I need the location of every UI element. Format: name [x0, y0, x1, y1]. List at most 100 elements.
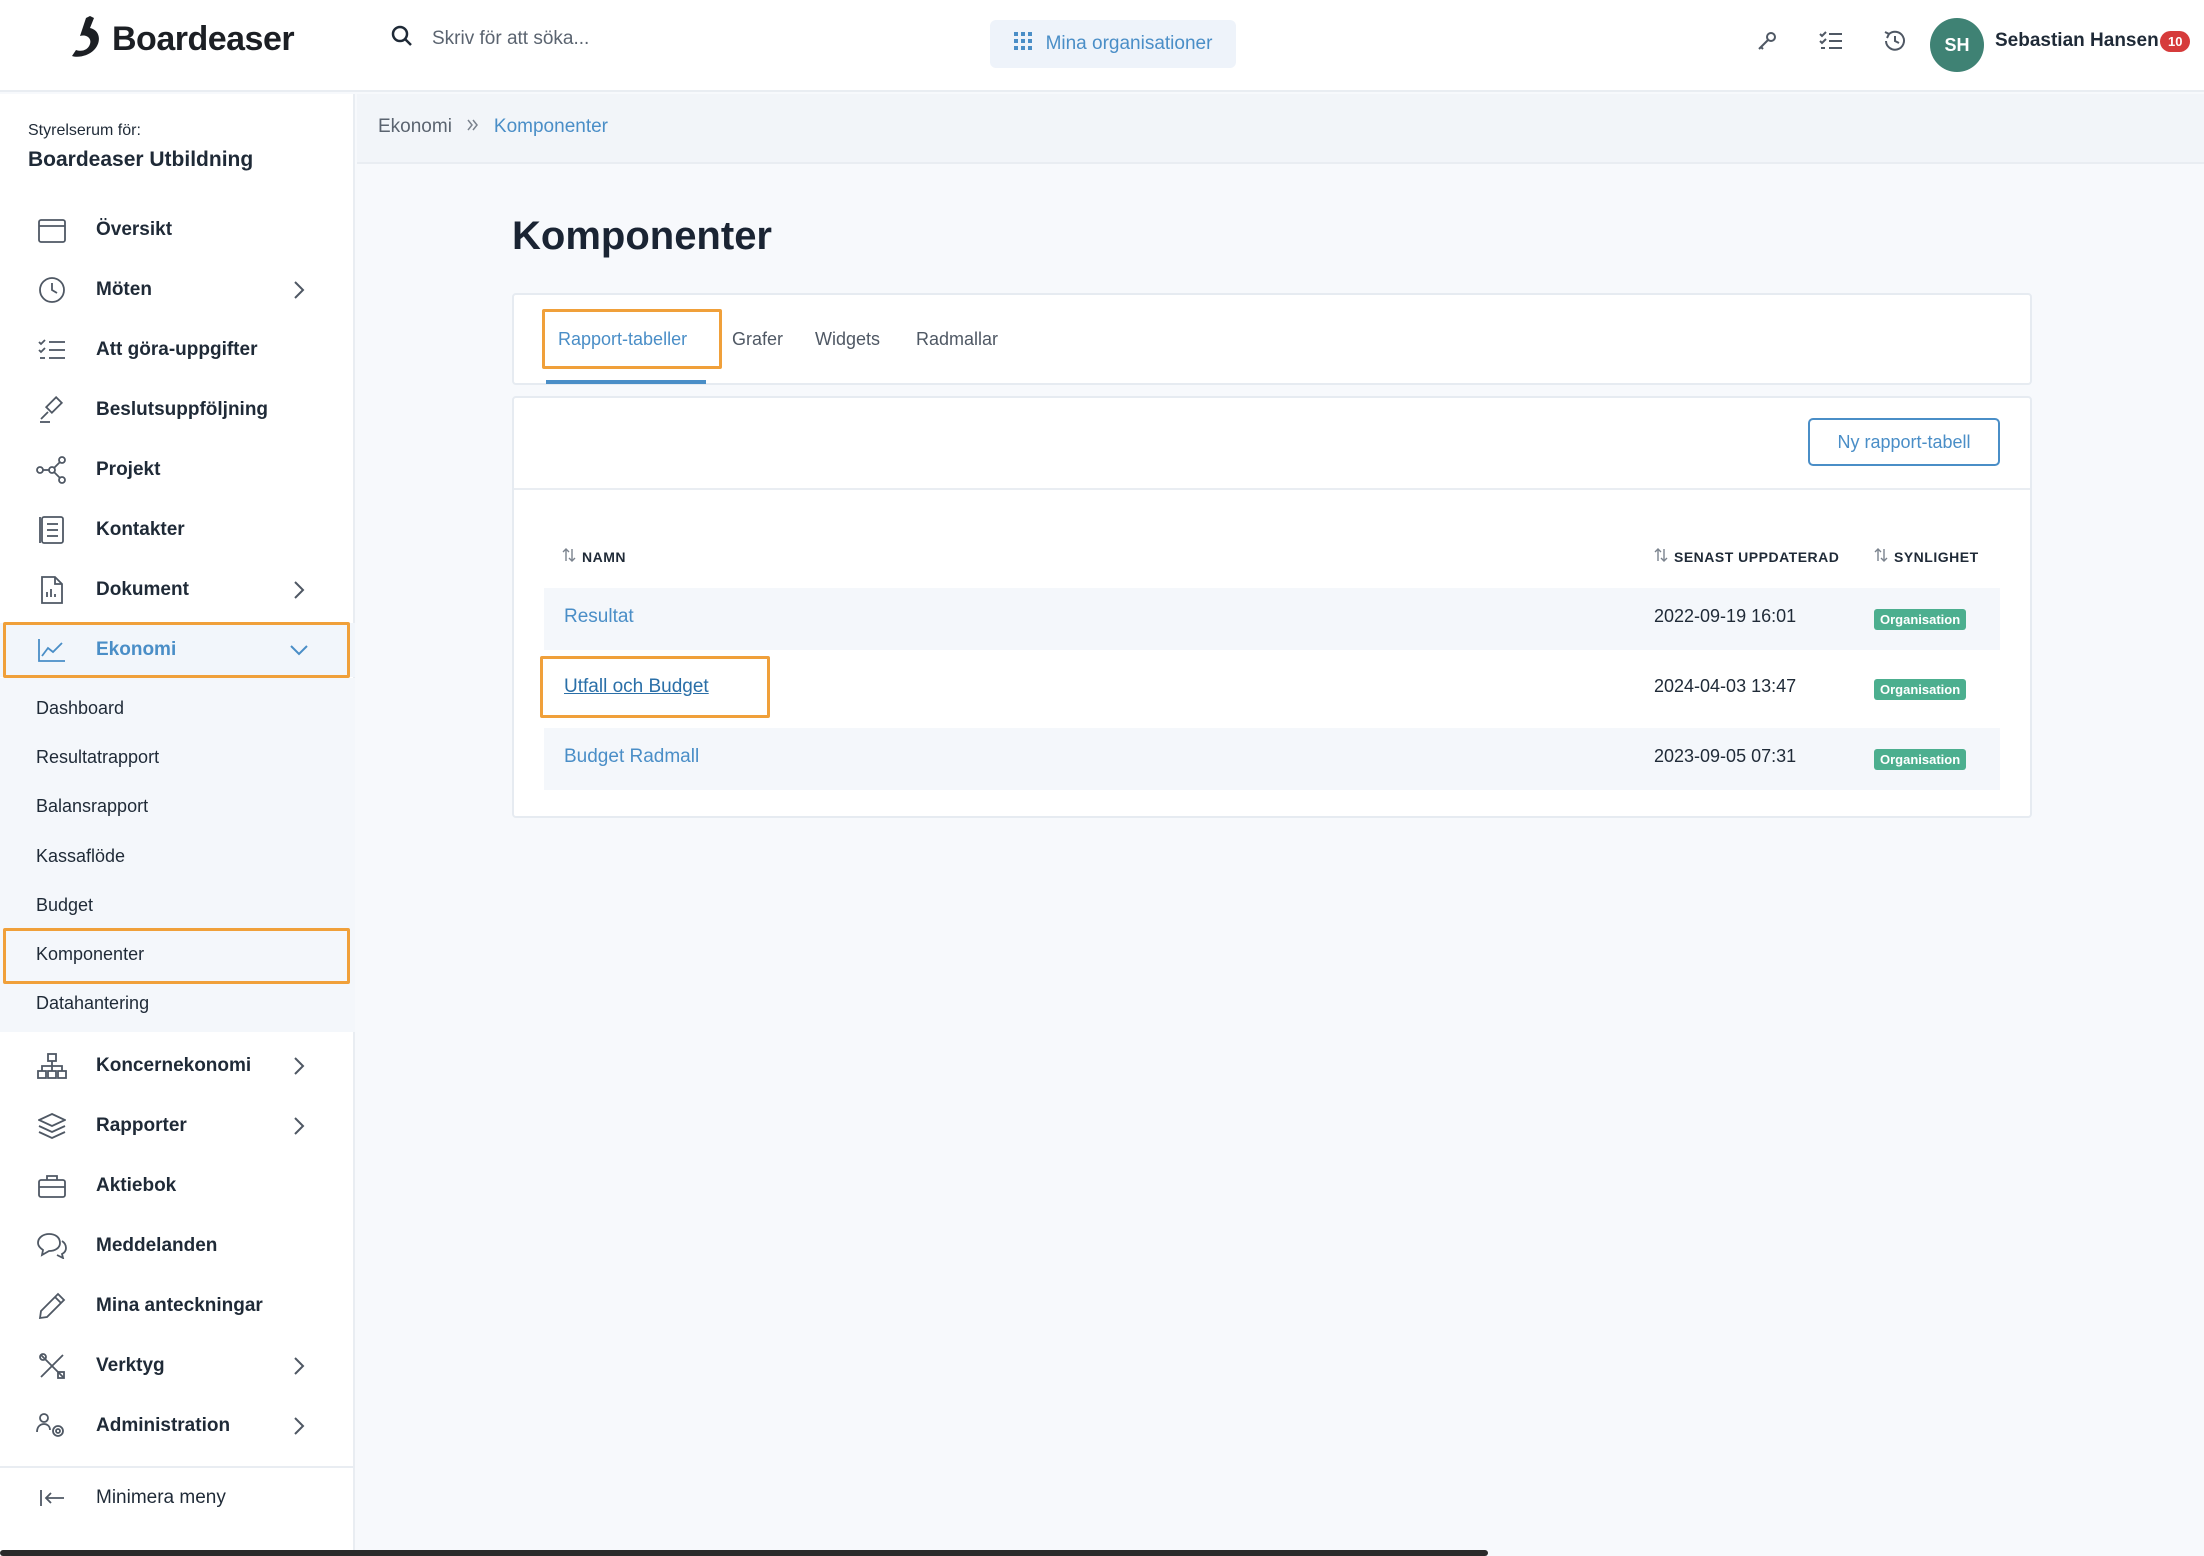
- column-header-label: SYNLIGHET: [1894, 548, 1979, 565]
- search-icon: [390, 24, 414, 53]
- breadcrumb: Ekonomi Komponenter: [378, 116, 608, 138]
- sidebar-item-meddelanden[interactable]: Meddelanden: [0, 1219, 355, 1273]
- avatar[interactable]: SH: [1930, 18, 1984, 72]
- submenu-resultatrapport[interactable]: Resultatrapport: [36, 747, 159, 768]
- sidebar-item-label: Dokument: [96, 579, 189, 600]
- minimize-menu-button[interactable]: Minimera meny: [0, 1471, 355, 1525]
- grid-icon: [1013, 32, 1032, 56]
- ekonomi-submenu: Dashboard Resultatrapport Balansrapport …: [0, 678, 355, 1032]
- sidebar-item-todo[interactable]: Att göra-uppgifter: [0, 323, 355, 377]
- user-name[interactable]: Sebastian Hansen: [1995, 30, 2159, 52]
- sidebar-item-label: Aktiebok: [96, 1175, 177, 1196]
- submenu-dashboard[interactable]: Dashboard: [36, 698, 124, 719]
- sidebar-item-dokument[interactable]: Dokument: [0, 563, 355, 617]
- history-icon[interactable]: [1880, 26, 1910, 56]
- sidebar-item-projekt[interactable]: Projekt: [0, 443, 355, 497]
- components-card: Ny rapport-tabell NAMN SENAST UPPDATERAD…: [512, 396, 2032, 818]
- double-chevron-icon: [466, 116, 480, 138]
- sidebar-item-label: Kontakter: [96, 519, 185, 540]
- minimize-menu-label: Minimera meny: [96, 1487, 226, 1508]
- search-bar[interactable]: [390, 24, 852, 53]
- row-name-link[interactable]: Budget Radmall: [564, 746, 699, 768]
- sidebar-item-verktyg[interactable]: Verktyg: [0, 1339, 355, 1393]
- column-header-updated[interactable]: SENAST UPPDATERAD: [1654, 548, 1839, 565]
- sidebar-item-oversikt[interactable]: Översikt: [0, 203, 355, 257]
- new-report-table-button[interactable]: Ny rapport-tabell: [1808, 418, 2000, 466]
- sort-icon: [1654, 548, 1668, 565]
- table-row[interactable]: Resultat 2022-09-19 16:01 Organisation: [544, 588, 2000, 650]
- sidebar-item-label: Administration: [96, 1415, 231, 1436]
- pencil-icon: [36, 1290, 68, 1322]
- visibility-badge: Organisation: [1874, 749, 1967, 770]
- document-icon: [36, 574, 68, 606]
- column-header-name[interactable]: NAMN: [562, 548, 626, 565]
- sidebar-item-label: Möten: [96, 279, 152, 300]
- row-name-link[interactable]: Resultat: [564, 606, 634, 628]
- submenu-datahantering[interactable]: Datahantering: [36, 993, 149, 1014]
- sidebar-item-label: Ekonomi: [96, 639, 177, 660]
- column-header-visibility[interactable]: SYNLIGHET: [1874, 548, 1979, 565]
- key-icon[interactable]: [1752, 26, 1782, 56]
- visibility-badge: Organisation: [1874, 679, 1967, 700]
- notification-badge[interactable]: 10: [2160, 31, 2191, 52]
- sidebar-item-beslut[interactable]: Beslutsuppföljning: [0, 383, 355, 437]
- sort-icon: [1874, 548, 1888, 565]
- gavel-icon: [36, 394, 68, 426]
- sidebar-item-label: Projekt: [96, 459, 161, 480]
- breadcrumb-current: Komponenter: [493, 116, 608, 137]
- sidebar-item-label: Översikt: [96, 219, 173, 240]
- top-bar: Boardeaser Mina organisationer SH Sebast…: [0, 0, 2204, 92]
- collapse-left-icon: [36, 1482, 68, 1514]
- row-name-link[interactable]: Utfall och Budget: [564, 676, 709, 698]
- tab-radmallar[interactable]: Radmallar: [916, 329, 998, 350]
- bottom-scrollbar[interactable]: [0, 1550, 1488, 1556]
- network-icon: [36, 454, 68, 486]
- sidebar-item-kontakter[interactable]: Kontakter: [0, 503, 355, 557]
- sidebar-item-ekonomi[interactable]: Ekonomi: [0, 623, 355, 677]
- submenu-kassaflode[interactable]: Kassaflöde: [36, 846, 125, 867]
- chevron-right-icon: [288, 279, 310, 301]
- table-row[interactable]: Utfall och Budget 2024-04-03 13:47 Organ…: [540, 656, 2000, 720]
- header-actions: [1752, 26, 1910, 56]
- sidebar-item-label: Rapporter: [96, 1115, 187, 1136]
- logo-icon: [70, 14, 104, 65]
- sidebar-item-anteckningar[interactable]: Mina anteckningar: [0, 1279, 355, 1333]
- card-divider: [514, 488, 2030, 490]
- chevron-right-icon: [288, 1055, 310, 1077]
- sidebar-item-moten[interactable]: Möten: [0, 263, 355, 317]
- chevron-down-icon: [288, 639, 310, 661]
- sidebar-item-administration[interactable]: Administration: [0, 1399, 355, 1453]
- chart-line-icon: [36, 634, 68, 666]
- submenu-balansrapport[interactable]: Balansrapport: [36, 796, 148, 817]
- sidebar-divider: [0, 1466, 355, 1468]
- brand-logo[interactable]: Boardeaser: [70, 14, 295, 65]
- hierarchy-icon: [36, 1050, 68, 1082]
- breadcrumb-parent[interactable]: Ekonomi: [378, 116, 452, 138]
- row-updated: 2022-09-19 16:01: [1654, 606, 1797, 626]
- sidebar-item-aktiebok[interactable]: Aktiebok: [0, 1159, 355, 1213]
- chevron-right-icon: [288, 1115, 310, 1137]
- submenu-komponenter[interactable]: Komponenter: [36, 944, 144, 965]
- row-updated: 2024-04-03 13:47: [1654, 676, 1797, 696]
- calendar-icon: [36, 214, 68, 246]
- org-name: Boardeaser Utbildning: [28, 148, 254, 171]
- briefcase-icon: [36, 1170, 68, 1202]
- tab-widgets[interactable]: Widgets: [815, 329, 880, 350]
- search-input[interactable]: [432, 27, 852, 50]
- tab-rapport-tabeller[interactable]: Rapport-tabeller: [558, 329, 687, 350]
- table-row[interactable]: Budget Radmall 2023-09-05 07:31 Organisa…: [544, 728, 2000, 790]
- checklist-icon[interactable]: [1816, 26, 1846, 56]
- layers-icon: [36, 1110, 68, 1142]
- org-label: Styrelserum för:: [28, 122, 141, 139]
- users-gear-icon: [36, 1410, 68, 1442]
- submenu-budget[interactable]: Budget: [36, 895, 93, 916]
- sidebar-item-koncernekonomi[interactable]: Koncernekonomi: [0, 1039, 355, 1093]
- sidebar-item-label: Att göra-uppgifter: [96, 339, 258, 360]
- tools-icon: [36, 1350, 68, 1382]
- tab-grafer[interactable]: Grafer: [732, 329, 783, 350]
- my-organisations-button[interactable]: Mina organisationer: [990, 20, 1236, 68]
- chevron-right-icon: [288, 1415, 310, 1437]
- sidebar-item-rapporter[interactable]: Rapporter: [0, 1099, 355, 1153]
- checklist-icon: [36, 334, 68, 366]
- sidebar: Styrelserum för: Boardeaser Utbildning Ö…: [0, 94, 355, 1556]
